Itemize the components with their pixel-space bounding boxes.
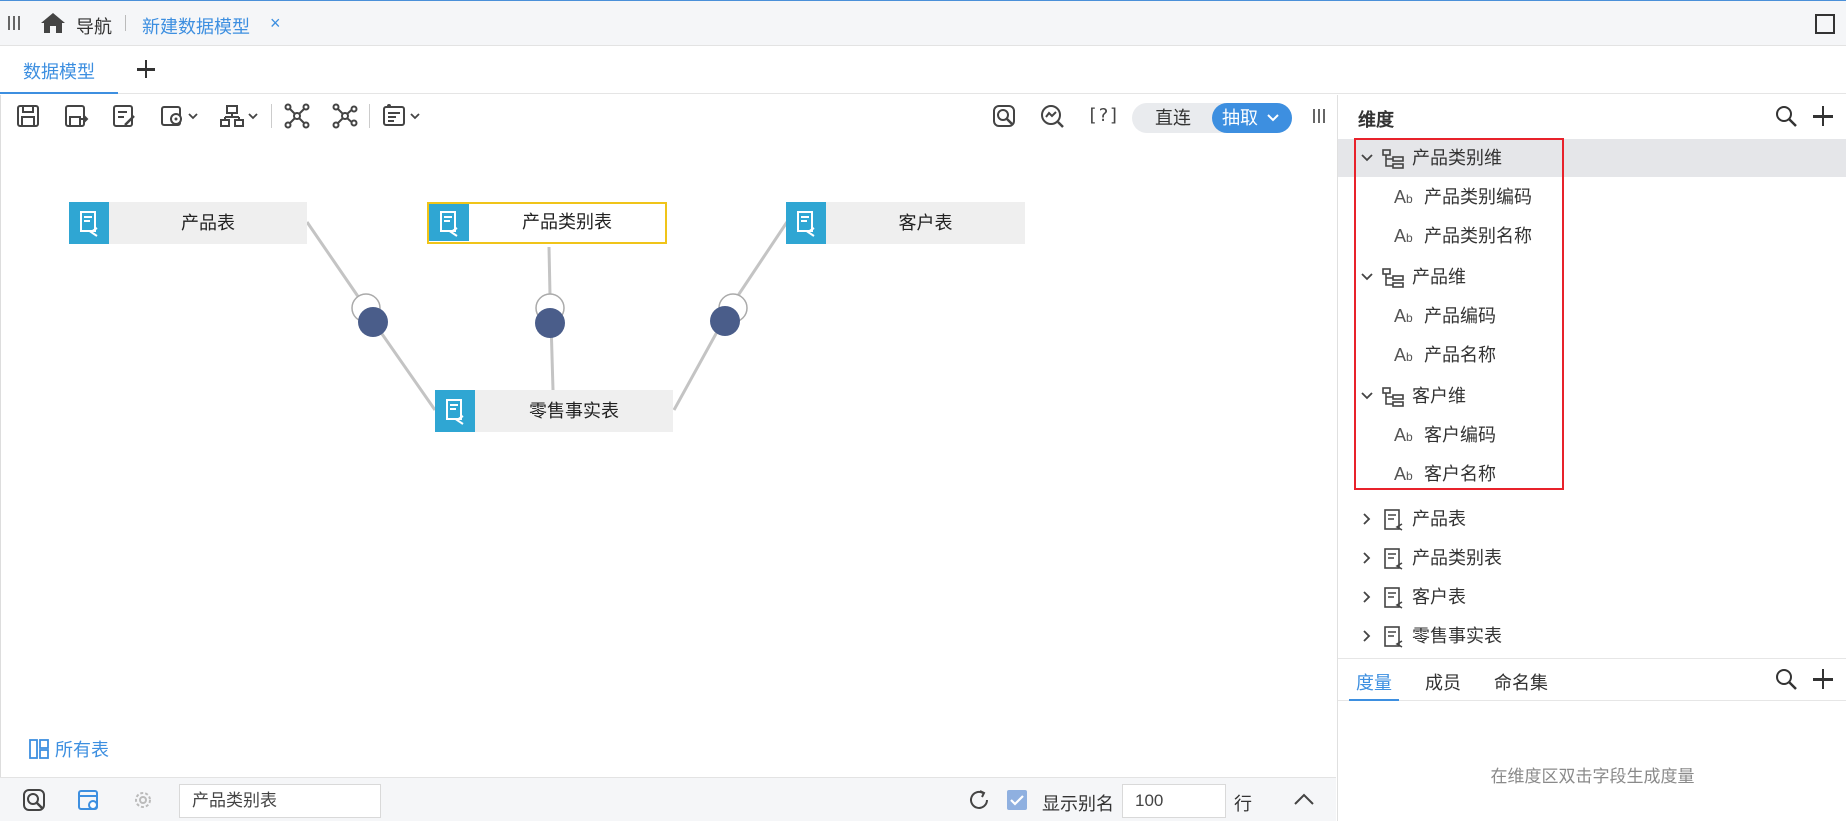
auto-relation-icon[interactable]: [332, 103, 358, 129]
help-button[interactable]: [?]: [1087, 105, 1120, 126]
refresh-icon[interactable]: [967, 788, 991, 812]
row-count-input[interactable]: 100: [1122, 784, 1226, 818]
panel-title: 维度: [1358, 110, 1394, 130]
gear-icon[interactable]: [131, 788, 155, 812]
grid-icon: [29, 739, 49, 759]
tab-title[interactable]: 新建数据模型: [142, 13, 250, 39]
table-icon: [1384, 626, 1403, 648]
dimension-header: 维度: [1338, 95, 1846, 137]
current-table-field[interactable]: 产品类别表: [179, 784, 381, 818]
home-icon[interactable]: [40, 12, 66, 34]
show-alias-label: 显示别名: [1042, 794, 1114, 814]
show-alias-checkbox[interactable]: [1007, 790, 1027, 810]
measure-tabs: 度量 成员 命名集: [1338, 659, 1846, 701]
tab-data-model[interactable]: 数据模型: [0, 47, 118, 94]
table-icon: [1384, 587, 1403, 609]
table-name: 客户表: [898, 213, 953, 233]
table-tree-label: 产品表: [1412, 509, 1466, 529]
search-icon[interactable]: [1774, 104, 1798, 128]
relation-icon[interactable]: [284, 103, 310, 129]
dimension-panel: 维度 产品类别维 Ab 产品类别编码 Ab 产品类别名称 产品维 Ab 产品编码…: [1337, 95, 1846, 821]
zoom-icon[interactable]: [1039, 103, 1065, 129]
add-dimension-button[interactable]: [1811, 104, 1835, 128]
table-icon: [786, 202, 826, 244]
empty-hint: 在维度区双击字段生成度量: [1490, 767, 1695, 786]
table-settings-icon[interactable]: [77, 788, 101, 812]
table-node[interactable]: 产品类别表: [427, 202, 667, 244]
table-tree-item[interactable]: 零售事实表: [1338, 617, 1846, 655]
add-measure-button[interactable]: [1811, 667, 1835, 691]
divider: [369, 104, 370, 128]
edit-icon[interactable]: [111, 103, 137, 129]
table-tree-item[interactable]: 产品类别表: [1338, 539, 1846, 577]
table-node[interactable]: 零售事实表: [435, 390, 673, 432]
row-unit-label: 行: [1234, 794, 1252, 814]
table-icon: [429, 204, 469, 241]
chevron-up-icon[interactable]: [1292, 788, 1316, 812]
save-as-icon[interactable]: [63, 103, 89, 129]
table-tree-item[interactable]: 客户表: [1338, 578, 1846, 616]
add-tab-button[interactable]: [134, 57, 158, 81]
grip-icon[interactable]: [1313, 109, 1325, 123]
mode-extract-option[interactable]: 抽取: [1212, 103, 1292, 133]
table-icon: [1384, 548, 1403, 570]
highlight-box: [1354, 138, 1564, 490]
mode-toggle[interactable]: 直连 抽取: [1132, 103, 1292, 133]
join-node[interactable]: [351, 293, 388, 337]
grip-icon[interactable]: [8, 16, 20, 30]
table-tree-label: 客户表: [1412, 587, 1466, 607]
preview-icon[interactable]: [991, 103, 1017, 129]
relation-lines: [305, 221, 789, 411]
preview-icon[interactable]: [22, 788, 46, 812]
settings-dropdown-icon[interactable]: [159, 103, 203, 129]
nav-label[interactable]: 导航: [76, 13, 112, 39]
chevron-right-icon[interactable]: [1360, 590, 1374, 604]
canvas-toolbar: [?] 直连 抽取: [1, 95, 1337, 139]
table-icon: [435, 390, 475, 432]
search-icon[interactable]: [1774, 667, 1798, 691]
tab-members[interactable]: 成员: [1425, 669, 1461, 695]
table-name: 零售事实表: [529, 401, 619, 421]
join-node[interactable]: [710, 293, 748, 336]
chevron-down-icon: [1267, 114, 1279, 122]
tab-measures[interactable]: 度量: [1356, 669, 1392, 695]
model-tab-bar: 数据模型: [0, 47, 1846, 94]
table-node[interactable]: 产品表: [69, 202, 307, 244]
table-name: 产品表: [181, 213, 235, 233]
chevron-right-icon[interactable]: [1360, 512, 1374, 526]
mode-direct-option[interactable]: 直连: [1132, 103, 1214, 133]
table-icon: [1384, 509, 1403, 531]
chevron-right-icon[interactable]: [1360, 551, 1374, 565]
status-bar: 产品类别表 显示别名 100 行: [0, 777, 1336, 821]
save-icon[interactable]: [15, 103, 41, 129]
table-tree-label: 产品类别表: [1412, 548, 1502, 568]
table-icon: [69, 202, 109, 244]
tab-named-sets[interactable]: 命名集: [1494, 669, 1548, 695]
chevron-right-icon[interactable]: [1360, 629, 1374, 643]
table-tool-dropdown-icon[interactable]: [381, 103, 425, 129]
close-icon[interactable]: ×: [270, 13, 281, 34]
table-node[interactable]: 客户表: [786, 202, 1025, 244]
all-tables-label: 所有表: [55, 740, 109, 760]
layout-dropdown-icon[interactable]: [219, 103, 263, 129]
model-canvas[interactable]: [?] 直连 抽取 产品表 产品类别表 客户表 零售事实表 所有表: [0, 95, 1336, 777]
join-node[interactable]: [535, 293, 565, 338]
active-tab-indicator: [1349, 699, 1399, 701]
all-tables-link[interactable]: 所有表: [29, 736, 109, 762]
divider: [125, 15, 126, 31]
top-nav-bar: 导航 新建数据模型 ×: [0, 0, 1846, 46]
mode-extract-label: 抽取: [1222, 108, 1258, 128]
table-tree-item[interactable]: 产品表: [1338, 500, 1846, 538]
maximize-icon[interactable]: [1815, 14, 1835, 34]
divider: [271, 104, 272, 128]
table-name: 产品类别表: [522, 212, 612, 232]
table-tree-label: 零售事实表: [1412, 626, 1502, 646]
